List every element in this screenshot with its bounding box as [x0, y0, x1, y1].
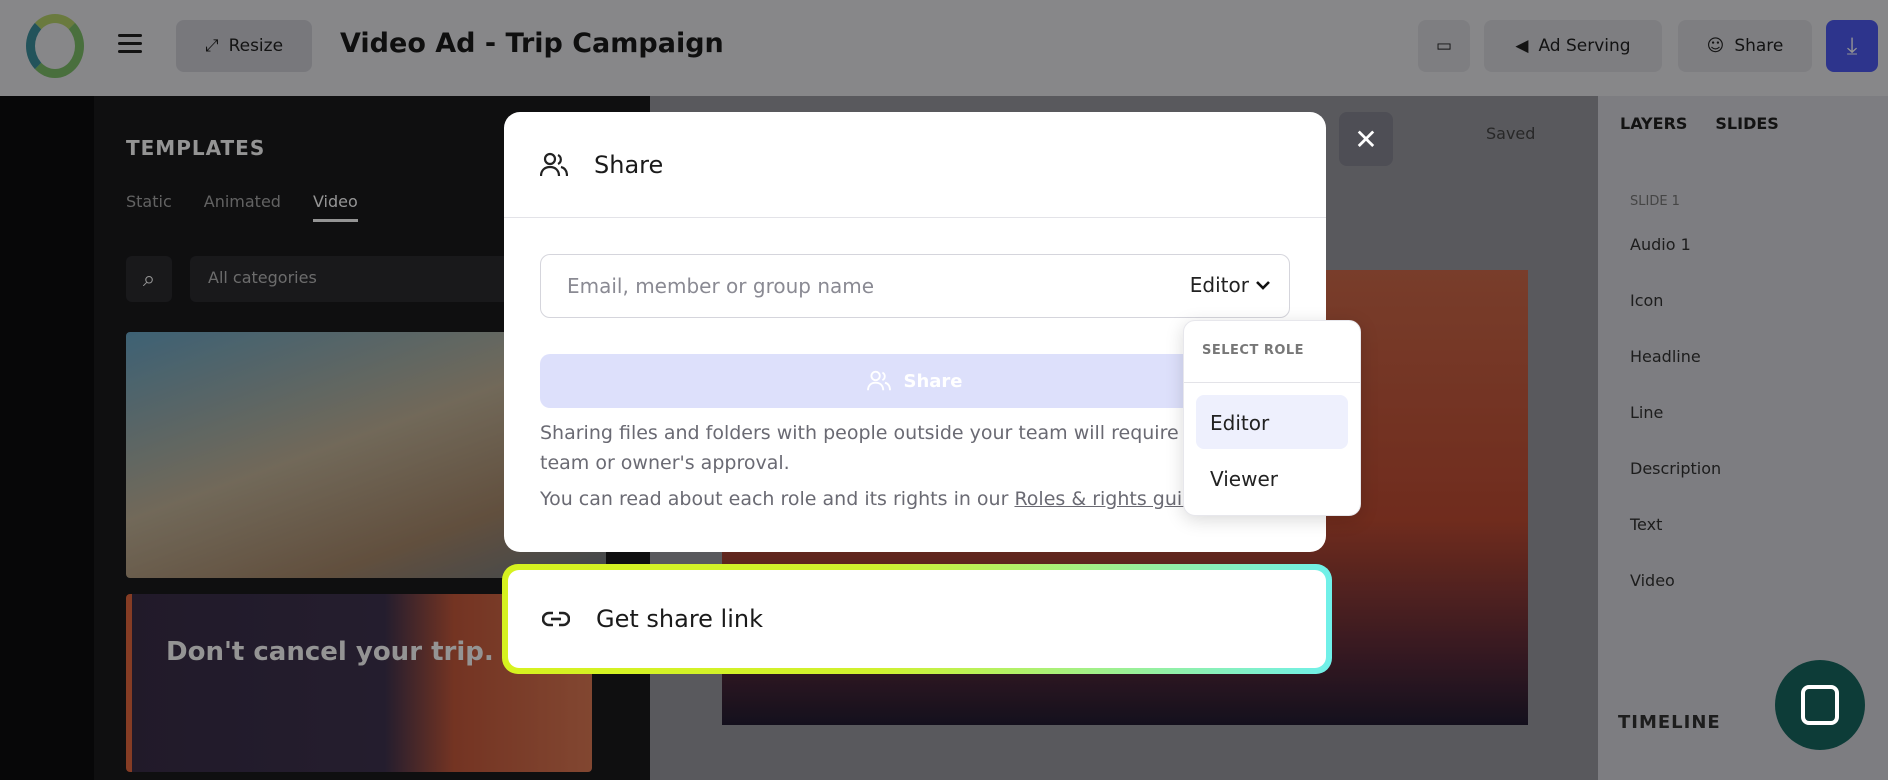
users-icon — [540, 152, 568, 176]
role-option-viewer[interactable]: Viewer — [1196, 451, 1348, 505]
app: ⤢ Resize Video Ad - Trip Campaign ▭ ◀ Ad… — [0, 0, 1888, 780]
roles-guide-link[interactable]: Roles & rights guide — [1014, 488, 1205, 510]
email-placeholder: Email, member or group name — [567, 274, 875, 298]
chat-button[interactable] — [1775, 660, 1865, 750]
role-dropdown-header: SELECT ROLE — [1184, 321, 1360, 383]
get-share-link-button[interactable]: Get share link — [502, 564, 1332, 674]
share-modal-title: Share — [594, 150, 664, 179]
sharing-note: Sharing files and folders with people ou… — [540, 422, 1216, 474]
share-modal-header: Share — [504, 112, 1326, 218]
role-select[interactable]: Editor — [1190, 273, 1271, 297]
roles-note: You can read about each role and its rig… — [540, 484, 1280, 514]
role-select-value: Editor — [1189, 273, 1249, 297]
close-icon: ✕ — [1354, 122, 1378, 156]
chat-icon — [1801, 685, 1839, 725]
share-button[interactable]: Share — [540, 354, 1290, 408]
get-share-link-inner: Get share link — [508, 570, 1326, 668]
close-button[interactable]: ✕ — [1339, 112, 1393, 166]
link-icon — [542, 611, 570, 627]
role-dropdown: SELECT ROLE Editor Viewer — [1183, 320, 1361, 516]
users-icon — [867, 370, 892, 391]
role-option-editor[interactable]: Editor — [1196, 395, 1348, 449]
share-button-label: Share — [903, 370, 963, 392]
chevron-down-icon — [1256, 281, 1270, 290]
email-field[interactable]: Email, member or group name Editor — [540, 254, 1290, 318]
get-share-link-label: Get share link — [596, 605, 764, 633]
roles-note-prefix: You can read about each role and its rig… — [540, 488, 1015, 510]
